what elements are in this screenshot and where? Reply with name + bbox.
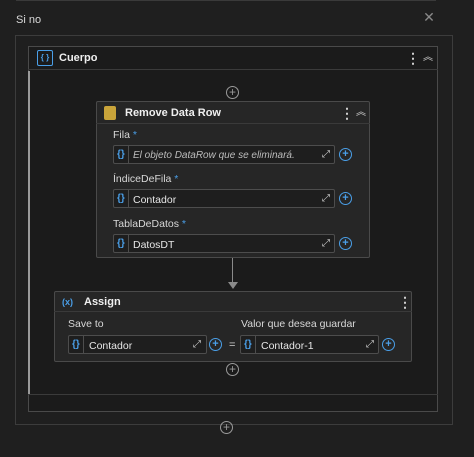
field-divider	[128, 145, 129, 164]
else-branch-label: Si no	[16, 14, 42, 26]
field-label-text: Fila	[113, 129, 130, 141]
add-variable-icon[interactable]: +	[209, 338, 222, 351]
collapse-icon[interactable]: ︽	[421, 51, 435, 65]
value-label: Valor que desea guardar	[241, 318, 356, 330]
database-icon	[104, 106, 116, 120]
expression-icon: {}	[244, 339, 252, 350]
arrow-down-icon	[228, 282, 238, 289]
add-activity-icon[interactable]: +	[226, 86, 239, 99]
more-options-icon[interactable]: ⋮	[406, 51, 420, 65]
expand-icon[interactable]: ⤢	[322, 239, 332, 249]
field-label-indicedefila: ÍndiceDeFila *	[113, 173, 178, 185]
expression-icon: {}	[117, 193, 125, 204]
required-marker: *	[174, 173, 179, 185]
remove-data-row-title: Remove Data Row	[125, 107, 221, 119]
collapse-icon[interactable]: ︽	[354, 106, 368, 120]
fila-placeholder: El objeto DataRow que se eliminará.	[133, 150, 295, 161]
field-divider	[128, 234, 129, 253]
add-variable-icon[interactable]: +	[339, 148, 352, 161]
add-activity-icon[interactable]: +	[226, 363, 239, 376]
add-activity-icon[interactable]: +	[220, 421, 233, 434]
variable-icon: (x)	[62, 297, 73, 307]
value-value: Contador-1	[261, 340, 314, 352]
more-options-icon[interactable]: ⋮	[340, 106, 354, 120]
field-divider	[128, 189, 129, 208]
add-variable-icon[interactable]: +	[382, 338, 395, 351]
sequence-left-bar	[28, 71, 30, 395]
add-variable-icon[interactable]: +	[339, 192, 352, 205]
required-marker: *	[132, 129, 137, 141]
field-divider	[255, 335, 256, 354]
assign-title: Assign	[84, 296, 121, 308]
top-divider	[16, 0, 436, 1]
body-sequence-title: Cuerpo	[59, 52, 98, 64]
expand-icon[interactable]: ⤢	[322, 194, 332, 204]
sequence-bottom-divider	[28, 394, 438, 395]
save-to-label: Save to	[68, 318, 104, 330]
save-to-value: Contador	[89, 340, 133, 352]
more-options-icon[interactable]: ⋮	[398, 295, 412, 309]
expression-icon: {}	[72, 339, 80, 350]
expand-icon[interactable]: ⤢	[366, 340, 376, 350]
field-label-text: TablaDeDatos	[113, 218, 179, 230]
required-marker: *	[181, 218, 186, 230]
expand-icon[interactable]: ⤢	[193, 340, 203, 350]
tabladedatos-value: DatosDT	[133, 239, 175, 251]
indicedefila-value: Contador	[133, 194, 177, 206]
close-icon[interactable]: ✕	[422, 10, 436, 24]
field-label-fila: Fila *	[113, 129, 137, 141]
flow-connector	[232, 258, 233, 284]
sequence-icon: { }	[37, 50, 53, 66]
field-divider	[83, 335, 84, 354]
field-label-tabladedatos: TablaDeDatos *	[113, 218, 186, 230]
field-label-text: ÍndiceDeFila	[113, 173, 172, 185]
expression-icon: {}	[117, 149, 125, 160]
add-variable-icon[interactable]: +	[339, 237, 352, 250]
equals-sign: =	[229, 339, 236, 351]
expand-icon[interactable]: ⤢	[322, 150, 332, 160]
expression-icon: {}	[117, 238, 125, 249]
